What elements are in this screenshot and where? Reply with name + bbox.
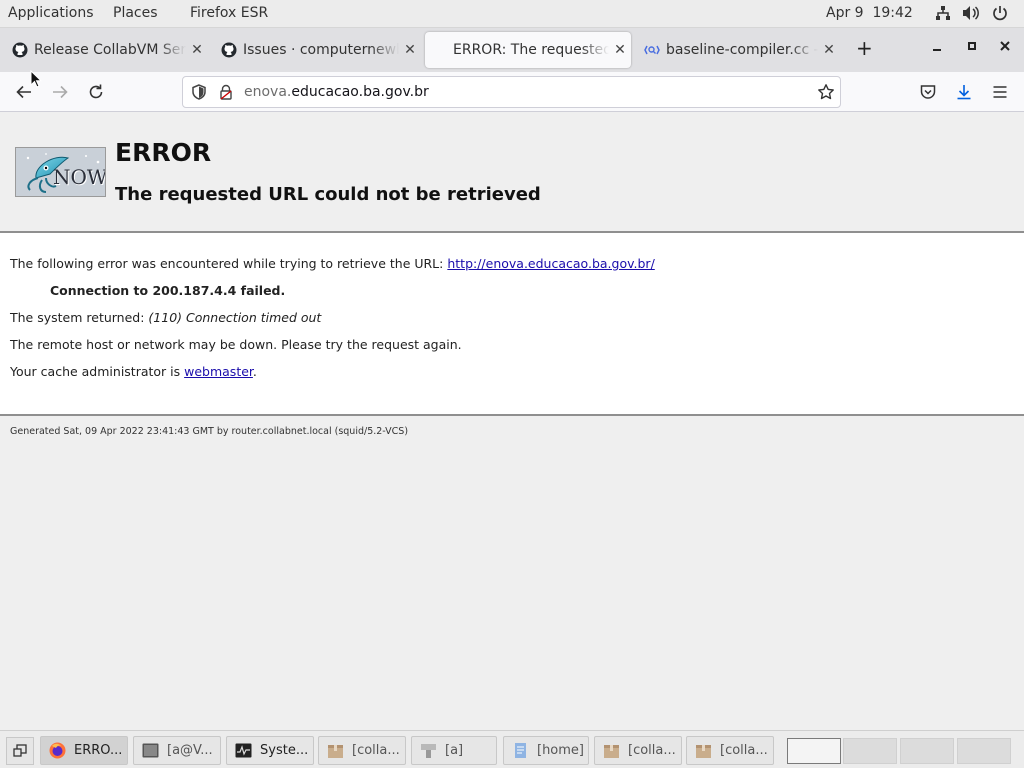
workspace-4[interactable]	[957, 738, 1011, 764]
taskbar-item-label: [colla...	[352, 743, 400, 758]
url-text[interactable]: enova.educacao.ba.gov.br	[244, 84, 429, 100]
divider	[0, 414, 1024, 416]
page-subtitle: The requested URL could not be retrieved	[115, 184, 541, 205]
taskbar-item-archive-1[interactable]: [colla...	[318, 736, 406, 765]
taskbar-item-label: [colla...	[628, 743, 676, 758]
close-icon[interactable]: ✕	[818, 42, 840, 58]
terminal-icon	[142, 742, 159, 759]
mouse-cursor-icon	[30, 70, 42, 88]
tab-error-active[interactable]: ERROR: The requested URL could not be re…	[425, 32, 631, 68]
cache-admin-period: .	[252, 364, 257, 379]
github-icon	[12, 42, 28, 58]
drive-icon	[420, 742, 437, 759]
tab-label: Release CollabVM Server	[34, 42, 186, 58]
hamburger-menu-icon[interactable]	[988, 80, 1012, 104]
forward-icon	[48, 80, 72, 104]
web-page: NOW ERROR The requested URL could not be…	[0, 113, 1024, 730]
package-icon	[695, 742, 712, 759]
package-icon	[327, 742, 344, 759]
close-icon[interactable]: ✕	[609, 42, 631, 58]
places-menu[interactable]: Places	[113, 5, 158, 21]
connection-failed-text: Connection to 200.187.4.4 failed.	[50, 283, 286, 298]
tab-strip: Release CollabVM Server ✕ Issues · compu…	[0, 28, 1024, 72]
tab-label: ERROR: The requested URL could not be re…	[453, 42, 609, 58]
new-tab-icon[interactable]: +	[856, 36, 873, 60]
minimize-icon[interactable]	[931, 40, 943, 56]
taskbar-item-label: [colla...	[720, 743, 768, 758]
package-icon	[603, 742, 620, 759]
remote-host-text: The remote host or network may be down. …	[10, 337, 462, 352]
taskbar-item-archive-2[interactable]: [colla...	[594, 736, 682, 765]
address-bar[interactable]: enova.educacao.ba.gov.br	[182, 76, 841, 108]
workspace-3[interactable]	[900, 738, 954, 764]
taskbar-item-label: [a]	[445, 743, 464, 758]
url-domain: educacao.ba.gov.br	[291, 84, 429, 100]
volume-icon[interactable]	[962, 5, 980, 25]
close-icon[interactable]	[999, 40, 1011, 56]
shield-icon[interactable]	[191, 84, 207, 104]
requested-url-link[interactable]: http://enova.educacao.ba.gov.br/	[447, 256, 654, 271]
taskbar-item-label: [home]	[537, 743, 584, 758]
error-intro-text: The following error was encountered whil…	[10, 256, 448, 271]
show-desktop-button[interactable]	[6, 737, 34, 765]
download-icon[interactable]	[952, 80, 976, 104]
page-title: ERROR	[115, 138, 212, 167]
error-details: The following error was encountered whil…	[0, 233, 1024, 414]
github-icon	[221, 42, 237, 58]
close-icon[interactable]: ✕	[399, 42, 421, 58]
document-icon	[512, 742, 529, 759]
cache-admin: Your cache administrator is webmaster.	[10, 364, 257, 379]
workspace-2[interactable]	[843, 738, 897, 764]
page-info-icon[interactable]	[219, 84, 233, 104]
tab-label: baseline-compiler.cc - Search	[666, 42, 818, 58]
taskbar-item-home[interactable]: [home]	[503, 736, 589, 765]
pocket-icon[interactable]	[916, 80, 940, 104]
power-icon[interactable]	[992, 5, 1008, 25]
clock[interactable]: Apr 9 19:42	[826, 5, 913, 21]
taskbar-item-label: ERRO...	[74, 743, 123, 758]
tab-issues-computernewb[interactable]: Issues · computernewb/collabvm ✕	[211, 32, 421, 68]
taskbar-item-firefox[interactable]: ERRO...	[40, 736, 128, 765]
taskbar-item-archive-3[interactable]: [colla...	[686, 736, 774, 765]
system-returned-label: The system returned:	[10, 310, 149, 325]
taskbar-item-label: [a@V...	[167, 743, 213, 758]
taskbar-item-system-monitor[interactable]: Syste...	[226, 736, 314, 765]
taskbar: ERRO... [a@V... Syste... [colla... [a] […	[0, 730, 1024, 768]
maximize-icon[interactable]	[966, 40, 978, 56]
tab-label: Issues · computernewb/collabvm	[243, 42, 399, 58]
reload-icon[interactable]	[84, 80, 108, 104]
error-intro: The following error was encountered whil…	[10, 256, 655, 271]
system-returned: The system returned: (110) Connection ti…	[10, 310, 321, 325]
taskbar-item-terminal[interactable]: [a@V...	[133, 736, 221, 765]
navigation-toolbar: enova.educacao.ba.gov.br	[0, 72, 1024, 112]
network-icon[interactable]	[935, 5, 951, 25]
top-panel: Applications Places Firefox ESR Apr 9 19…	[0, 0, 1024, 28]
logo-text: NOW	[53, 165, 106, 189]
search-icon	[644, 42, 660, 58]
tab-release-collabvm[interactable]: Release CollabVM Server ✕	[2, 32, 208, 68]
tab-baseline-compiler[interactable]: baseline-compiler.cc - Search ✕	[634, 32, 840, 68]
show-desktop-icon	[13, 744, 27, 757]
applications-menu[interactable]: Applications	[8, 5, 94, 21]
url-subdomain: enova.	[244, 84, 292, 100]
system-returned-value: (110) Connection timed out	[148, 310, 322, 325]
webmaster-link[interactable]: webmaster	[184, 364, 253, 379]
generated-footer: Generated Sat, 09 Apr 2022 23:41:43 GMT …	[10, 426, 409, 437]
cache-admin-label: Your cache administrator is	[10, 364, 185, 379]
squid-logo: NOW	[15, 147, 106, 197]
taskbar-item-label: Syste...	[260, 743, 309, 758]
workspace-1[interactable]	[787, 738, 841, 764]
bookmark-star-icon[interactable]	[817, 83, 835, 105]
taskbar-item-drive[interactable]: [a]	[411, 736, 497, 765]
firefox-icon	[49, 742, 66, 759]
active-app-menu[interactable]: Firefox ESR	[190, 5, 268, 21]
system-monitor-icon	[235, 742, 252, 759]
close-icon[interactable]: ✕	[186, 42, 208, 58]
